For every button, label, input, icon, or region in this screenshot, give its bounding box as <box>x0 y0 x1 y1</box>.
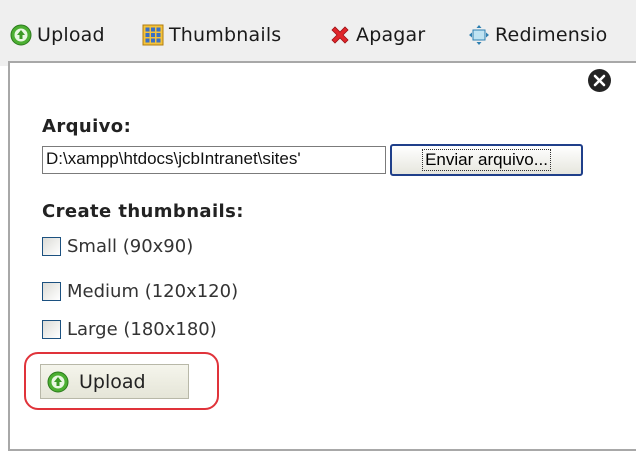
toolbar-apagar-label: Apagar <box>356 24 426 46</box>
option-medium-label: Medium (120x120) <box>67 280 239 302</box>
option-large-label: Large (180x180) <box>67 318 217 340</box>
upload-button[interactable]: Upload <box>40 364 189 399</box>
file-path-input[interactable]: D:\xampp\htdocs\jcbIntranet\sites' <box>42 146 386 174</box>
file-label: Arquivo: <box>42 116 132 137</box>
thumbnails-icon <box>142 24 164 46</box>
browse-button-label: Enviar arquivo... <box>422 149 551 171</box>
toolbar-thumbnails[interactable]: Thumbnails <box>142 22 281 48</box>
toolbar-thumbnails-label: Thumbnails <box>169 24 282 46</box>
toolbar-apagar[interactable]: Apagar <box>329 22 425 48</box>
toolbar-redimensionar-label: Redimensio <box>495 24 608 46</box>
close-button[interactable] <box>588 69 611 92</box>
browse-button[interactable]: Enviar arquivo... <box>390 144 583 176</box>
close-icon <box>593 74 606 87</box>
toolbar-redimensionar[interactable]: Redimensio <box>468 22 607 48</box>
toolbar-upload[interactable]: Upload <box>10 22 105 48</box>
upload-button-label: Upload <box>79 370 146 393</box>
option-medium: Medium (120x120) <box>42 279 238 303</box>
option-small-label: Small (90x90) <box>67 235 194 257</box>
toolbar: Upload Thumbnails Apagar Redimensio <box>0 0 636 66</box>
upload-icon <box>10 24 32 46</box>
toolbar-upload-label: Upload <box>37 24 105 46</box>
option-large: Large (180x180) <box>42 317 217 341</box>
resize-icon <box>468 24 490 46</box>
delete-icon <box>329 24 351 46</box>
large-checkbox[interactable] <box>42 319 61 339</box>
option-small: Small (90x90) <box>42 234 193 258</box>
thumbnails-label: Create thumbnails: <box>42 201 244 222</box>
small-checkbox[interactable] <box>42 236 61 256</box>
medium-checkbox[interactable] <box>42 281 61 301</box>
upload-icon <box>47 371 69 393</box>
